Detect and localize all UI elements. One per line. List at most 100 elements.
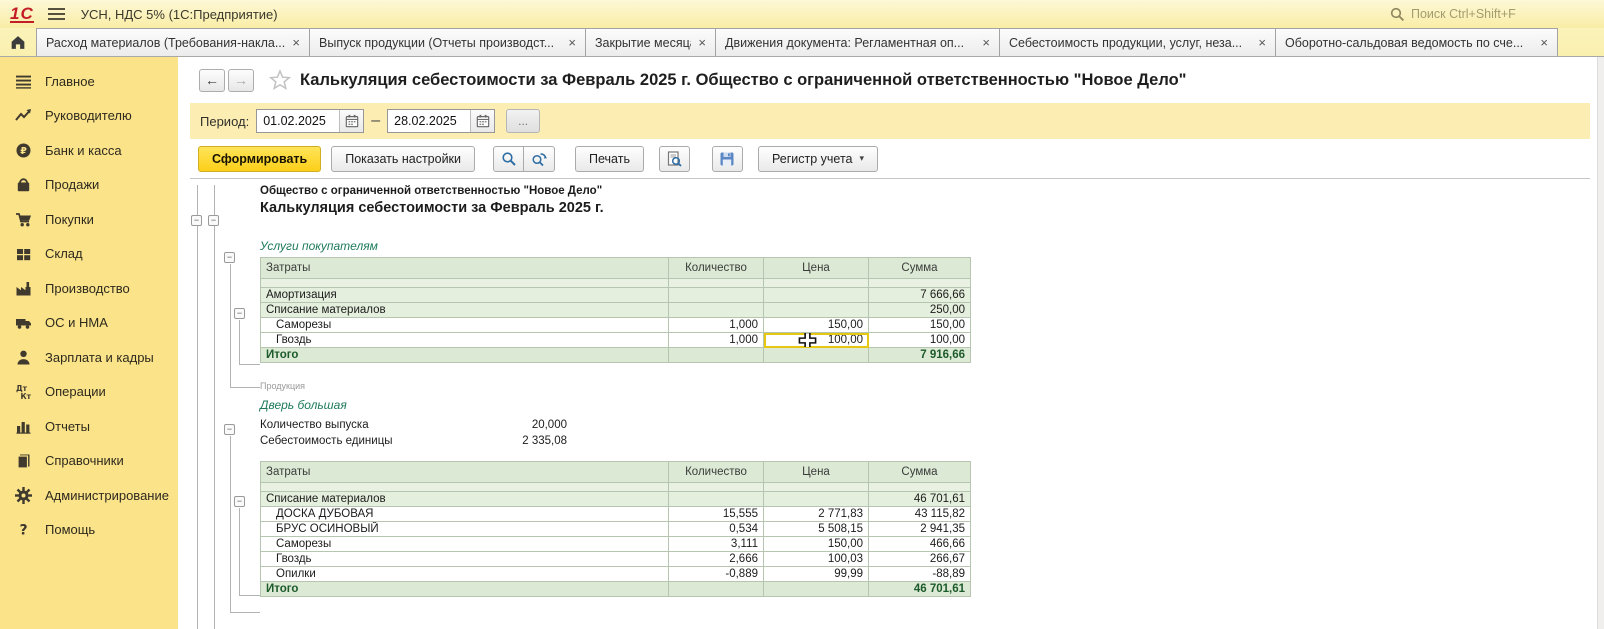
print-preview-button[interactable] (659, 146, 690, 172)
cell-price[interactable]: 100,03 (764, 552, 869, 567)
vertical-scrollbar[interactable] (1597, 57, 1604, 629)
cell-qty[interactable] (669, 303, 764, 318)
close-icon[interactable]: × (568, 36, 576, 49)
cell-price[interactable] (764, 348, 869, 363)
cell-name[interactable]: Итого (261, 348, 669, 363)
cell-name[interactable]: Саморезы (261, 537, 669, 552)
home-button[interactable] (0, 28, 36, 56)
cell-price[interactable]: 150,00 (764, 318, 869, 333)
table-row[interactable]: БРУС ОСИНОВЫЙ 0,534 5 508,15 2 941,35 (261, 522, 971, 537)
sidebar-item-otchety[interactable]: Отчеты (0, 409, 178, 444)
cell-name[interactable]: БРУС ОСИНОВЫЙ (261, 522, 669, 537)
table-row[interactable]: Саморезы 1,000 150,00 150,00 (261, 318, 971, 333)
cell-qty[interactable]: 0,534 (669, 522, 764, 537)
cell-name[interactable]: Списание материалов (261, 492, 669, 507)
cell-price[interactable] (764, 303, 869, 318)
tab-zakrytie-mesyaca[interactable]: Закрытие месяца× (586, 28, 716, 56)
period-from-calendar-button[interactable] (339, 110, 363, 132)
cell-name[interactable]: Гвоздь (261, 333, 669, 348)
close-icon[interactable]: × (292, 36, 300, 49)
table-row[interactable]: Гвоздь 2,666 100,03 266,67 (261, 552, 971, 567)
cell-qty[interactable] (669, 348, 764, 363)
cell-name[interactable]: Списание материалов (261, 303, 669, 318)
find-button[interactable] (493, 146, 524, 172)
cell-price[interactable]: 150,00 (764, 537, 869, 552)
main-menu-icon[interactable] (48, 8, 65, 20)
cell-name[interactable]: Итого (261, 582, 669, 597)
cell-sum[interactable]: 466,66 (869, 537, 971, 552)
cell-qty[interactable] (669, 582, 764, 597)
table-row[interactable]: Амортизация 7 666,66 (261, 288, 971, 303)
table-total-row[interactable]: Итого 46 701,61 (261, 582, 971, 597)
cell-price[interactable]: 5 508,15 (764, 522, 869, 537)
period-from-input[interactable] (257, 110, 339, 132)
sidebar-item-pokupki[interactable]: Покупки (0, 202, 178, 237)
tab-sebestoimost[interactable]: Себестоимость продукции, услуг, неза...× (1000, 28, 1276, 56)
table-total-row[interactable]: Итого 7 916,66 (261, 348, 971, 363)
close-icon[interactable]: × (698, 36, 706, 49)
cell-qty[interactable]: -0,889 (669, 567, 764, 582)
cell-name[interactable]: Опилки (261, 567, 669, 582)
cell-price[interactable] (764, 288, 869, 303)
sidebar-item-zarplata-i-kadry[interactable]: Зарплата и кадры (0, 340, 178, 375)
sidebar-item-bank-i-kassa[interactable]: ₽ Банк и касса (0, 133, 178, 168)
cell-sum[interactable]: 7 916,66 (869, 348, 971, 363)
cell-price[interactable]: 2 771,83 (764, 507, 869, 522)
cell-sum[interactable]: 250,00 (869, 303, 971, 318)
save-button[interactable] (712, 146, 743, 172)
sidebar-item-sklad[interactable]: Склад (0, 237, 178, 272)
period-more-button[interactable]: ... (506, 109, 540, 133)
tab-dvizheniya-dokumenta[interactable]: Движения документа: Регламентная оп...× (716, 28, 1000, 56)
table-row[interactable]: Списание материалов 250,00 (261, 303, 971, 318)
cell-qty[interactable]: 15,555 (669, 507, 764, 522)
cell-name[interactable]: Амортизация (261, 288, 669, 303)
table-row[interactable]: Списание материалов 46 701,61 (261, 492, 971, 507)
cell-price[interactable]: 99,99 (764, 567, 869, 582)
collapse-toggle[interactable]: − (234, 308, 245, 319)
table-row[interactable]: Гвоздь 1,000 100,00 100,00 (261, 333, 971, 348)
cell-sum[interactable]: 150,00 (869, 318, 971, 333)
selected-cell[interactable]: 100,00 (764, 333, 869, 348)
favorite-star-icon[interactable] (269, 69, 291, 91)
forward-button[interactable]: → (228, 69, 254, 92)
cell-sum[interactable]: 7 666,66 (869, 288, 971, 303)
cell-qty[interactable]: 1,000 (669, 333, 764, 348)
cell-sum[interactable]: 46 701,61 (869, 492, 971, 507)
cell-sum[interactable]: 43 115,82 (869, 507, 971, 522)
cell-sum[interactable]: 266,67 (869, 552, 971, 567)
close-icon[interactable]: × (1540, 36, 1548, 49)
sidebar-item-spravochniki[interactable]: Справочники (0, 444, 178, 479)
period-to-calendar-button[interactable] (470, 110, 494, 132)
collapse-toggle[interactable]: − (224, 252, 235, 263)
sidebar-item-pomosch[interactable]: ? Помощь (0, 513, 178, 548)
register-dropdown-button[interactable]: Регистр учета ▾ (758, 146, 878, 172)
show-settings-button[interactable]: Показать настройки (331, 146, 475, 172)
sidebar-item-glavnoe[interactable]: Главное (0, 64, 178, 99)
cell-sum[interactable]: -88,89 (869, 567, 971, 582)
collapse-toggle[interactable]: − (234, 496, 245, 507)
cell-sum[interactable]: 2 941,35 (869, 522, 971, 537)
sidebar-item-os-i-nma[interactable]: ОС и НМА (0, 306, 178, 341)
cell-name[interactable]: ДОСКА ДУБОВАЯ (261, 507, 669, 522)
collapse-toggle[interactable]: − (208, 215, 219, 226)
cell-qty[interactable]: 1,000 (669, 318, 764, 333)
cell-price[interactable] (764, 492, 869, 507)
sidebar-item-operacii[interactable]: ДтКт Операции (0, 375, 178, 410)
tab-raskhod-materialov[interactable]: Расход материалов (Требования-накла...× (36, 28, 310, 56)
sidebar-item-prodazhi[interactable]: Продажи (0, 168, 178, 203)
sidebar-item-rukovoditelyu[interactable]: Руководителю (0, 99, 178, 134)
print-button[interactable]: Печать (575, 146, 644, 172)
cell-qty[interactable] (669, 288, 764, 303)
cell-name[interactable]: Саморезы (261, 318, 669, 333)
cell-sum[interactable]: 100,00 (869, 333, 971, 348)
close-icon[interactable]: × (982, 36, 990, 49)
tab-vypusk-produkcii[interactable]: Выпуск продукции (Отчеты производст...× (310, 28, 586, 56)
close-icon[interactable]: × (1258, 36, 1266, 49)
period-to-input[interactable] (388, 110, 470, 132)
cell-qty[interactable]: 2,666 (669, 552, 764, 567)
collapse-toggle[interactable]: − (191, 215, 202, 226)
find-next-button[interactable] (524, 146, 555, 172)
back-button[interactable]: ← (199, 69, 225, 92)
table-row[interactable]: ДОСКА ДУБОВАЯ 15,555 2 771,83 43 115,82 (261, 507, 971, 522)
global-search-input[interactable]: Поиск Ctrl+Shift+F (1384, 3, 1594, 25)
